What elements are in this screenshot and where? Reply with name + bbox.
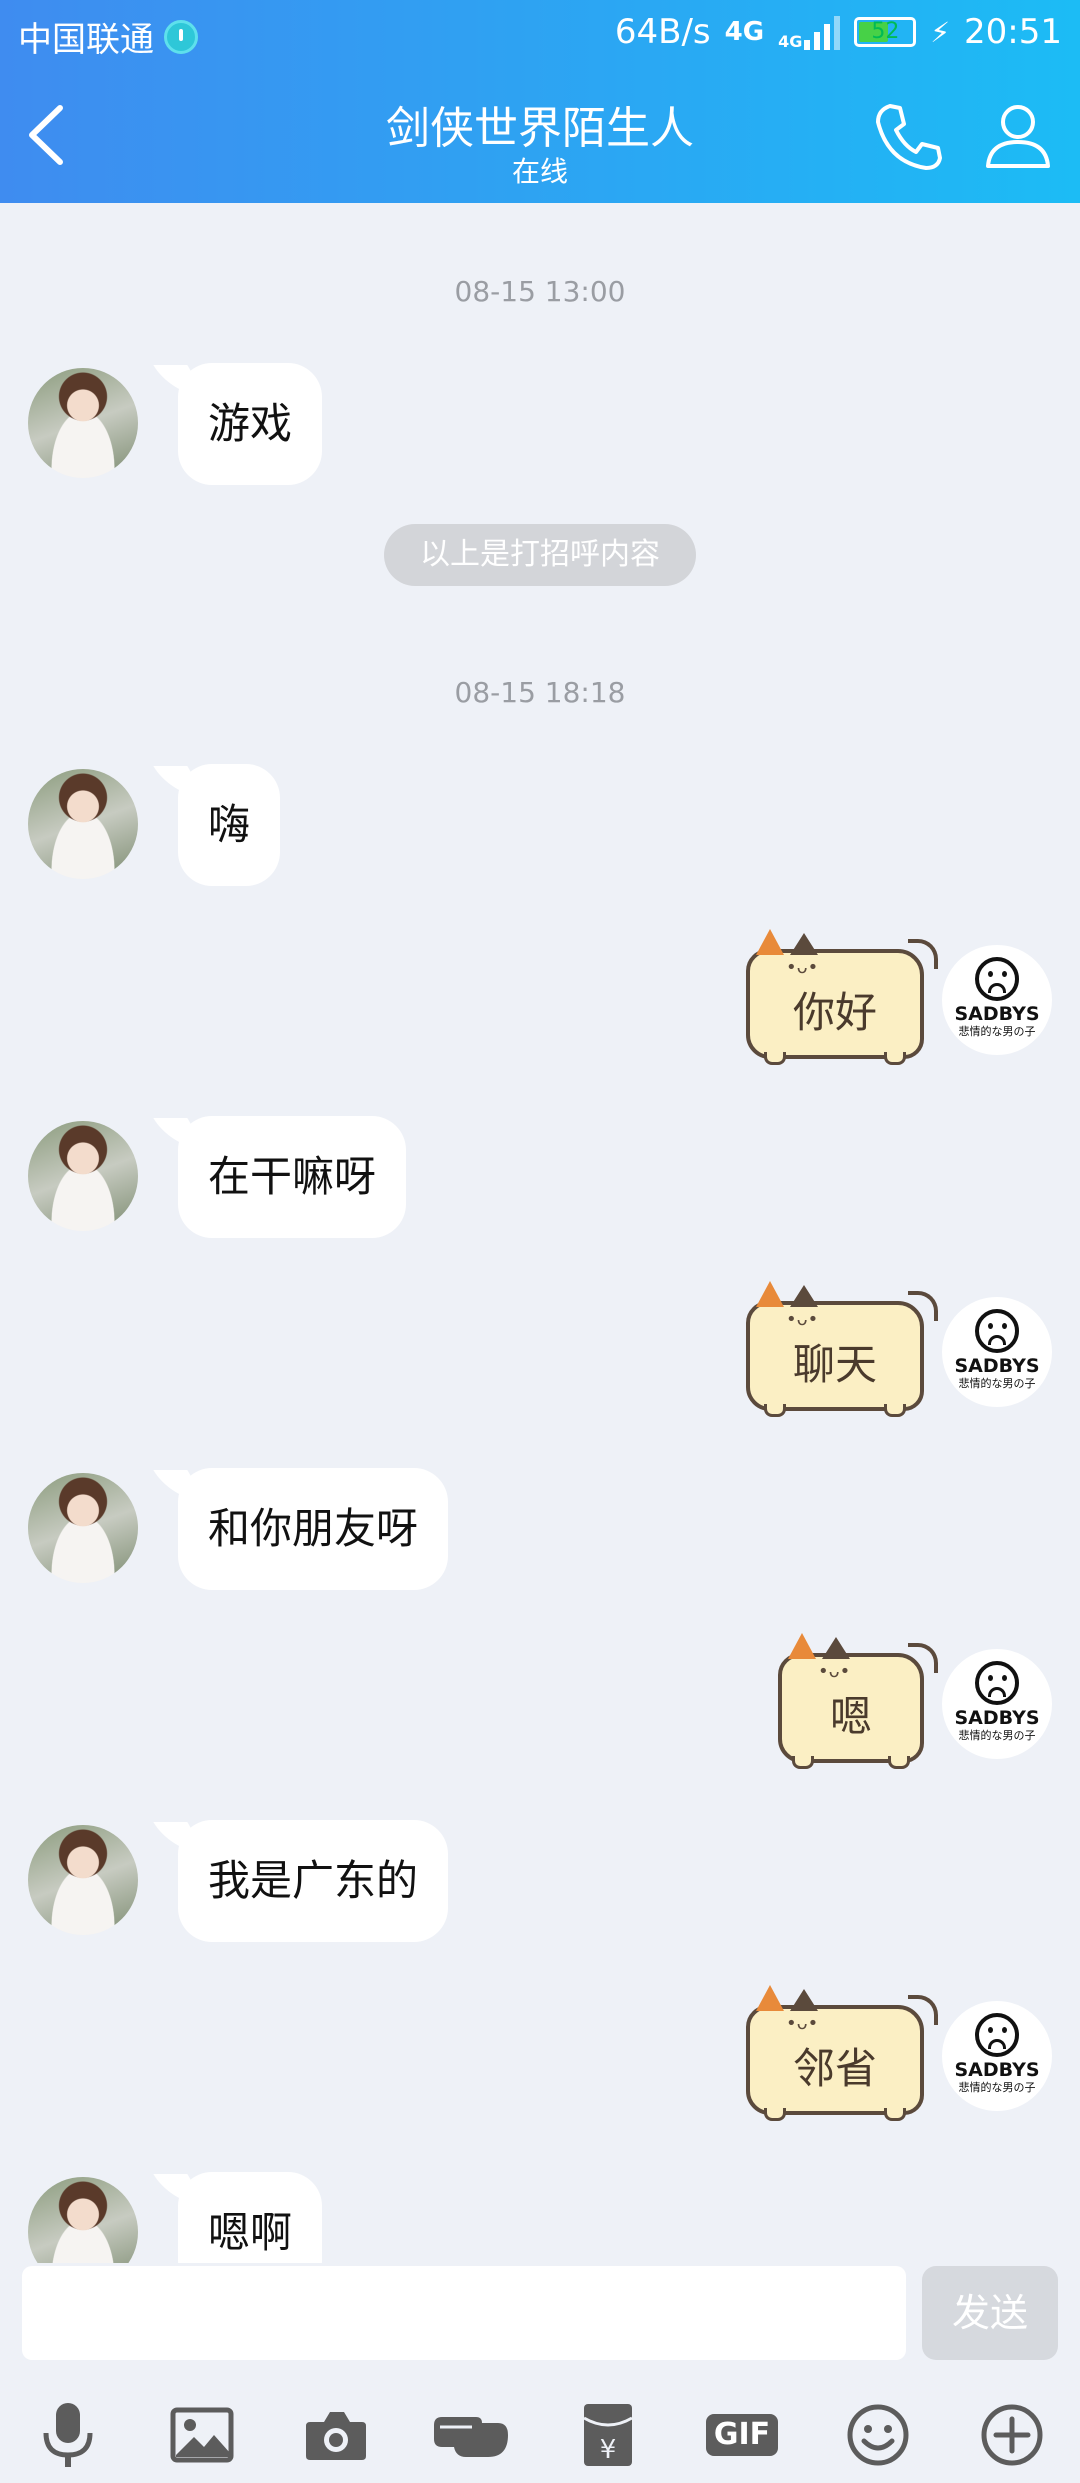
message-bubble-sent[interactable]: •ᴗ• 邻省 xyxy=(746,1985,938,2121)
message-bubble-sent[interactable]: •ᴗ• 聊天 xyxy=(746,1281,938,1417)
chat-header: 中国联通 64B/s 4G 4G 52 ⚡ 20:51 剑侠世界陌生人 在线 xyxy=(0,0,1080,203)
self-avatar[interactable]: SADBYS 悲情的な男の子 xyxy=(942,945,1052,1055)
signal-icon: 4G xyxy=(778,14,841,51)
send-button[interactable]: 发送 xyxy=(922,2266,1058,2360)
message-input[interactable] xyxy=(22,2266,906,2360)
emoji-icon[interactable] xyxy=(838,2395,918,2475)
avatar-sub-text: 悲情的な男の子 xyxy=(958,1377,1036,1390)
poke-hand-icon[interactable] xyxy=(432,2395,512,2475)
avatar-brand-text: SADBYS xyxy=(954,1707,1040,1729)
status-bar: 中国联通 64B/s 4G 4G 52 ⚡ 20:51 xyxy=(0,0,1080,66)
message-list[interactable]: 08-15 13:00 游戏 以上是打招呼内容 08-15 18:18 嗨 •ᴗ… xyxy=(0,203,1080,2263)
network-type-a: 4G xyxy=(724,17,765,47)
sent-message-text: 你好 xyxy=(792,987,877,1037)
image-icon[interactable] xyxy=(162,2395,242,2475)
battery-icon: 52 xyxy=(854,17,917,47)
sad-face-icon xyxy=(975,1309,1019,1353)
timestamp: 08-15 13:00 xyxy=(454,275,626,308)
contact-avatar[interactable] xyxy=(28,769,138,879)
svg-text:¥: ¥ xyxy=(600,2435,617,2465)
message-bubble-received[interactable]: 嗯啊 xyxy=(178,2172,323,2263)
camera-icon[interactable] xyxy=(296,2395,376,2475)
message-bubble-sent[interactable]: •ᴗ• 嗯 xyxy=(778,1633,938,1769)
avatar-sub-text: 悲情的な男の子 xyxy=(958,1729,1036,1742)
clock: 20:51 xyxy=(964,12,1062,52)
avatar-brand-text: SADBYS xyxy=(954,1355,1040,1377)
message-bubble-sent[interactable]: •ᴗ• 你好 xyxy=(746,929,938,1065)
network-speed: 64B/s xyxy=(614,12,711,52)
avatar-brand-text: SADBYS xyxy=(954,1003,1040,1025)
contact-avatar[interactable] xyxy=(28,1473,138,1583)
message-bubble-received[interactable]: 我是广东的 xyxy=(178,1820,449,1942)
network-type-b: 4G xyxy=(778,32,803,51)
timestamp: 08-15 18:18 xyxy=(454,676,626,709)
contact-avatar[interactable] xyxy=(28,2177,138,2263)
battery-level: 52 xyxy=(871,19,900,44)
sad-face-icon xyxy=(975,1661,1019,1705)
carrier-info: 中国联通 xyxy=(18,12,198,61)
sent-message-text: 邻省 xyxy=(792,2043,877,2093)
message-bubble-received[interactable]: 和你朋友呀 xyxy=(178,1468,449,1590)
avatar-sub-text: 悲情的な男の子 xyxy=(958,2081,1036,2094)
gif-icon[interactable]: GIF xyxy=(702,2395,782,2475)
charging-icon: ⚡ xyxy=(930,15,951,49)
phone-icon[interactable] xyxy=(868,96,948,176)
message-bubble-received[interactable]: 游戏 xyxy=(178,363,323,485)
self-avatar[interactable]: SADBYS 悲情的な男の子 xyxy=(942,1649,1052,1759)
sad-face-icon xyxy=(975,957,1019,1001)
carrier-name: 中国联通 xyxy=(18,20,154,60)
red-packet-icon[interactable]: ¥ xyxy=(568,2395,648,2475)
sent-message-text: 聊天 xyxy=(792,1339,877,1389)
avatar-brand-text: SADBYS xyxy=(954,2059,1040,2081)
carrier-icon xyxy=(164,19,198,54)
microphone-icon[interactable] xyxy=(28,2395,108,2475)
sad-face-icon xyxy=(975,2013,1019,2057)
system-notice: 以上是打招呼内容 xyxy=(384,524,696,586)
contact-avatar[interactable] xyxy=(28,1825,138,1935)
input-toolbar: ¥ GIF xyxy=(0,2385,1080,2483)
status-indicators: 64B/s 4G 4G 52 ⚡ 20:51 xyxy=(615,12,1062,52)
profile-icon[interactable] xyxy=(978,96,1058,176)
message-bubble-received[interactable]: 嗨 xyxy=(178,764,281,886)
contact-avatar[interactable] xyxy=(28,368,138,478)
self-avatar[interactable]: SADBYS 悲情的な男の子 xyxy=(942,1297,1052,1407)
plus-icon[interactable] xyxy=(972,2395,1052,2475)
contact-avatar[interactable] xyxy=(28,1121,138,1231)
self-avatar[interactable]: SADBYS 悲情的な男の子 xyxy=(942,2001,1052,2111)
gif-label: GIF xyxy=(705,2414,779,2456)
sent-message-text: 嗯 xyxy=(829,1691,872,1741)
avatar-sub-text: 悲情的な男の子 xyxy=(958,1025,1036,1038)
message-bubble-received[interactable]: 在干嘛呀 xyxy=(178,1116,407,1238)
